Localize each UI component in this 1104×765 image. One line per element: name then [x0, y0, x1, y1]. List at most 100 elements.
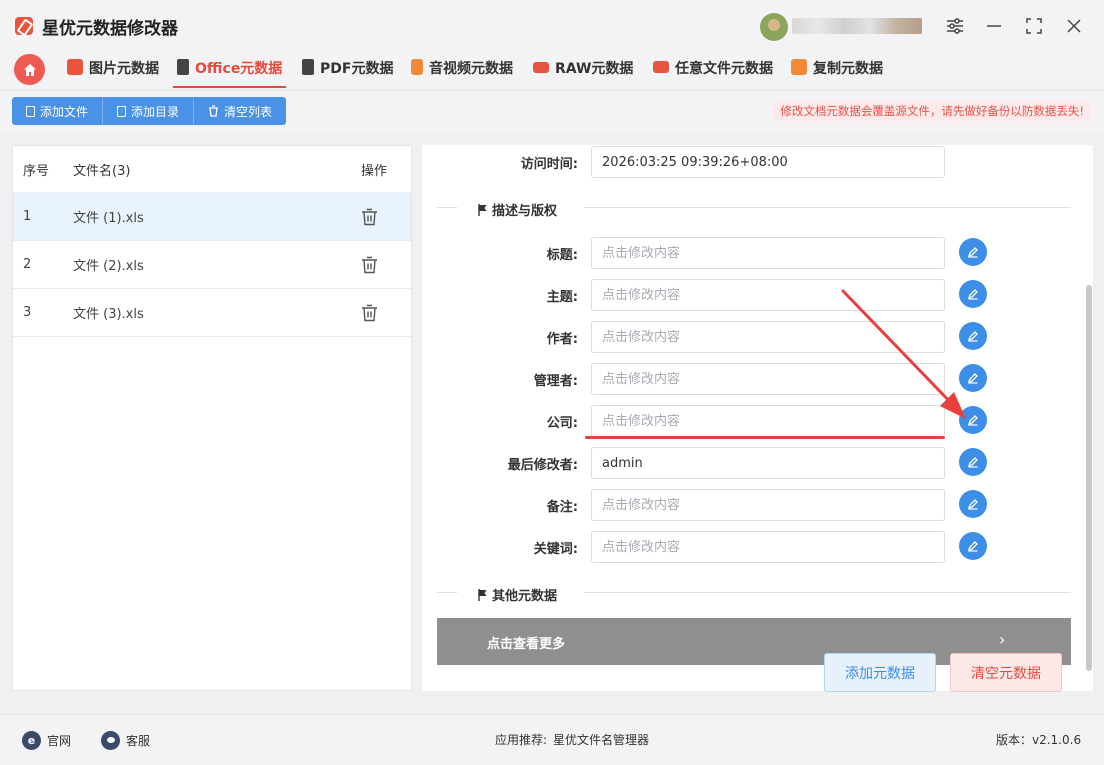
- footer: e 官网 客服 应用推荐: 星优文件名管理器 版本：v2.1.0.6: [0, 714, 1104, 765]
- edit-author-button[interactable]: [959, 322, 987, 350]
- tab-media-metadata[interactable]: 音视频元数据: [411, 58, 513, 88]
- pencil-icon: [967, 415, 978, 426]
- table-row[interactable]: 3 文件 (3).xls: [13, 289, 411, 337]
- table-row[interactable]: 1 文件 (1).xls: [13, 193, 411, 241]
- edit-last-modified-by-button[interactable]: [959, 448, 987, 476]
- tab-office-metadata[interactable]: Office元数据: [172, 58, 287, 88]
- title-field[interactable]: [591, 237, 945, 269]
- file-list-header: 序号 文件名(3) 操作: [13, 146, 411, 193]
- file-button-group: 添加文件 添加目录 清空列表: [12, 97, 287, 125]
- pencil-icon: [967, 499, 978, 510]
- add-metadata-button[interactable]: 添加元数据: [824, 653, 936, 692]
- access-time-field[interactable]: [591, 146, 945, 178]
- document-icon: [117, 105, 127, 117]
- settings-icon[interactable]: [941, 12, 969, 40]
- chat-bubble-icon: [101, 731, 120, 750]
- add-file-button[interactable]: 添加文件: [12, 97, 104, 125]
- minimize-icon[interactable]: [980, 12, 1008, 40]
- clear-metadata-button[interactable]: 清空元数据: [950, 653, 1062, 692]
- add-folder-button[interactable]: 添加目录: [103, 97, 195, 125]
- table-row[interactable]: 2 文件 (2).xls: [13, 241, 411, 289]
- edit-company-button[interactable]: [959, 406, 987, 434]
- chevron-right-icon: ›: [999, 630, 1006, 649]
- pencil-icon: [967, 541, 978, 552]
- section-divider: [437, 207, 457, 208]
- annotation-underline: [585, 436, 945, 439]
- row-filename: 文件 (1).xls: [73, 211, 144, 226]
- title-bar: 星优元数据修改器: [0, 0, 1104, 48]
- tab-pdf-metadata[interactable]: PDF元数据: [302, 58, 393, 88]
- row-filename: 文件 (3).xls: [73, 307, 144, 322]
- pencil-icon: [967, 247, 978, 258]
- trash-icon: [362, 256, 377, 273]
- header-action: 操作: [361, 163, 388, 179]
- tab-raw-metadata[interactable]: RAW元数据: [533, 58, 633, 88]
- flag-icon: [478, 203, 487, 216]
- close-icon[interactable]: [1060, 12, 1088, 40]
- user-avatar[interactable]: [760, 13, 788, 41]
- trash-icon: [209, 105, 219, 117]
- home-button[interactable]: [14, 54, 45, 85]
- header-index: 序号: [23, 163, 50, 179]
- edit-subject-button[interactable]: [959, 280, 987, 308]
- view-more-label: 点击查看更多: [487, 637, 566, 652]
- copy-icon: [791, 59, 807, 75]
- delete-row-button[interactable]: [351, 208, 411, 226]
- keywords-field[interactable]: [591, 531, 945, 563]
- pencil-icon: [967, 331, 978, 342]
- keywords-label: 关键词:: [533, 542, 578, 557]
- author-label: 作者:: [546, 332, 578, 347]
- tab-anyfile-metadata[interactable]: 任意文件元数据: [653, 58, 773, 88]
- header-filename: 文件名(3): [73, 163, 131, 179]
- row-index: 3: [23, 305, 32, 320]
- document-icon: [26, 105, 35, 117]
- pencil-icon: [967, 373, 978, 384]
- form-scrollbar[interactable]: [1086, 285, 1092, 671]
- home-icon: [23, 63, 36, 76]
- subject-label: 主题:: [546, 290, 578, 305]
- tab-image-metadata[interactable]: 图片元数据: [67, 58, 159, 88]
- last-modified-by-field[interactable]: [591, 447, 945, 479]
- manager-label: 管理者:: [533, 374, 578, 389]
- row-index: 1: [23, 209, 32, 224]
- comments-field[interactable]: [591, 489, 945, 521]
- app-logo-icon: [15, 17, 33, 35]
- delete-row-button[interactable]: [351, 304, 411, 322]
- version-text: 版本：v2.1.0.6: [996, 733, 1082, 747]
- company-field[interactable]: [591, 405, 945, 437]
- edit-manager-button[interactable]: [959, 364, 987, 392]
- raw-icon: [533, 62, 549, 73]
- access-time-label: 访问时间:: [520, 157, 578, 172]
- company-label: 公司:: [546, 416, 578, 431]
- image-icon: [67, 59, 83, 75]
- flag-icon: [478, 588, 487, 601]
- author-field[interactable]: [591, 321, 945, 353]
- clear-list-button[interactable]: 清空列表: [194, 97, 287, 125]
- toolbar: 添加文件 添加目录 清空列表 修改文档元数据会覆盖源文件，请先做好备份以防数据丢…: [0, 90, 1104, 134]
- tab-copy-metadata[interactable]: 复制元数据: [791, 58, 883, 88]
- trash-icon: [362, 304, 377, 321]
- support-link[interactable]: 客服: [101, 731, 150, 750]
- file-icon: [653, 61, 669, 73]
- edit-keywords-button[interactable]: [959, 532, 987, 560]
- website-link[interactable]: e 官网: [22, 731, 71, 750]
- username-blurred: [792, 18, 922, 34]
- edit-comments-button[interactable]: [959, 490, 987, 518]
- row-index: 2: [23, 257, 32, 272]
- pencil-icon: [967, 289, 978, 300]
- app-title: 星优元数据修改器: [42, 19, 178, 39]
- browser-e-icon: e: [22, 731, 41, 750]
- edit-title-button[interactable]: [959, 238, 987, 266]
- section-description-copyright: 描述与版权: [478, 200, 557, 219]
- maximize-icon[interactable]: [1020, 12, 1048, 40]
- section-other-metadata: 其他元数据: [478, 585, 557, 604]
- manager-field[interactable]: [591, 363, 945, 395]
- delete-row-button[interactable]: [351, 256, 411, 274]
- section-divider: [437, 592, 457, 593]
- subject-field[interactable]: [591, 279, 945, 311]
- pdf-icon: [302, 59, 314, 75]
- media-icon: [411, 59, 423, 75]
- office-icon: [177, 59, 189, 75]
- recommend-app-link[interactable]: 星优文件名管理器: [553, 731, 649, 748]
- overwrite-warning: 修改文档元数据会覆盖源文件，请先做好备份以防数据丢失!: [774, 101, 1090, 121]
